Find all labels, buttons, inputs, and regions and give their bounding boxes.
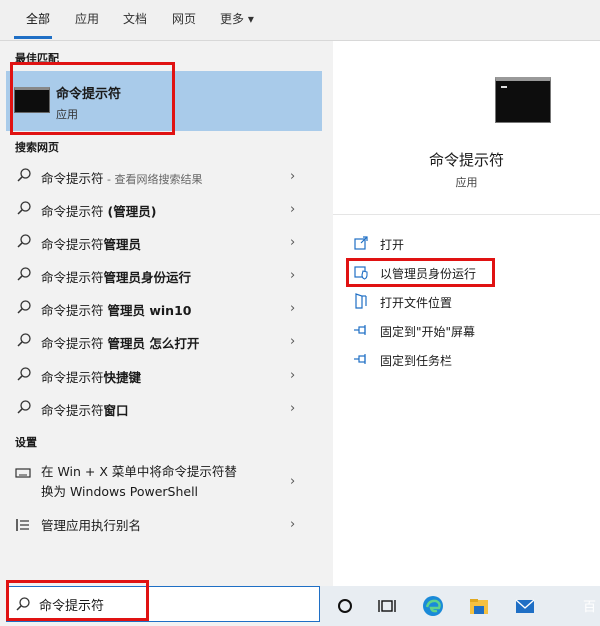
chevron-right-icon: › xyxy=(290,401,296,416)
search-icon xyxy=(17,168,31,182)
annotation-highlight-run-as-admin xyxy=(346,258,495,287)
settings-item-line1: 在 Win + X 菜单中将命令提示符替 xyxy=(41,464,237,479)
mail-icon[interactable] xyxy=(514,595,536,617)
settings-header: 设置 xyxy=(15,436,37,449)
search-filter-tabs: 全部 应用 文档 网页 更多 ▾ xyxy=(0,0,600,41)
search-icon xyxy=(17,201,31,215)
web-result-row[interactable]: 命令提示符 - 查看网络搜索结果 › xyxy=(6,160,322,193)
web-result-row[interactable]: 命令提示符快捷键 › xyxy=(6,359,322,392)
details-panel: 命令提示符 应用 打开 以管理员身份运行 打开文件位置 固定到"开始"屏幕 固定… xyxy=(333,41,600,586)
divider xyxy=(333,214,600,215)
chevron-right-icon: › xyxy=(290,334,296,349)
web-result-row[interactable]: 命令提示符窗口 › xyxy=(6,392,322,425)
tab-all[interactable]: 全部 xyxy=(26,10,50,27)
tab-apps[interactable]: 应用 xyxy=(75,10,99,27)
chevron-right-icon: › xyxy=(290,368,296,383)
file-explorer-icon[interactable] xyxy=(468,595,490,617)
pin-icon xyxy=(354,354,366,364)
chevron-right-icon: › xyxy=(290,202,296,217)
search-icon xyxy=(17,300,31,314)
settings-item-win-x[interactable]: 在 Win + X 菜单中将命令提示符替 换为 Windows PowerShe… xyxy=(6,460,322,504)
web-result-row[interactable]: 命令提示符管理员 › xyxy=(6,226,322,259)
settings-item-label: 管理应用执行别名 xyxy=(41,518,142,533)
settings-item-line2: 换为 Windows PowerShell xyxy=(41,484,199,499)
corner-watermark-text: 百 xyxy=(582,600,596,615)
settings-item-app-alias[interactable]: 管理应用执行别名 › xyxy=(6,511,322,541)
open-icon xyxy=(354,236,368,250)
web-result-row[interactable]: 命令提示符 管理员 win10 › xyxy=(6,292,322,325)
search-icon xyxy=(17,267,31,281)
web-result-row[interactable]: 命令提示符管理员身份运行 › xyxy=(6,259,322,292)
tab-web[interactable]: 网页 xyxy=(172,10,196,27)
chevron-right-icon: › xyxy=(290,517,296,532)
search-icon xyxy=(17,367,31,381)
web-result-row[interactable]: 命令提示符 管理员 怎么打开 › xyxy=(6,325,322,358)
tab-documents[interactable]: 文档 xyxy=(123,10,147,27)
annotation-highlight-search-box xyxy=(6,580,149,621)
tab-more[interactable]: 更多 ▾ xyxy=(220,10,254,27)
cortana-icon[interactable] xyxy=(334,595,356,617)
pin-icon xyxy=(354,325,366,335)
chevron-right-icon: › xyxy=(290,235,296,250)
web-search-header: 搜索网页 xyxy=(15,141,59,154)
search-icon xyxy=(17,333,31,347)
edge-icon[interactable] xyxy=(422,595,444,617)
search-icon xyxy=(17,234,31,248)
chevron-right-icon: › xyxy=(290,474,296,489)
file-location-icon xyxy=(355,293,367,309)
cmd-window-icon xyxy=(495,77,551,123)
web-result-row[interactable]: 命令提示符 (管理员) › xyxy=(6,193,322,226)
details-title: 命令提示符 xyxy=(428,151,504,169)
details-subtitle: 应用 xyxy=(455,176,478,189)
task-view-icon[interactable] xyxy=(376,595,398,617)
chevron-right-icon: › xyxy=(290,169,296,184)
active-tab-indicator xyxy=(14,36,52,39)
chevron-right-icon: › xyxy=(290,301,296,316)
search-icon xyxy=(17,400,31,414)
chevron-right-icon: › xyxy=(290,268,296,283)
keyboard-icon xyxy=(15,468,31,478)
annotation-highlight-best-match xyxy=(10,62,175,135)
list-icon xyxy=(16,519,29,531)
taskbar: 百 xyxy=(320,586,600,626)
